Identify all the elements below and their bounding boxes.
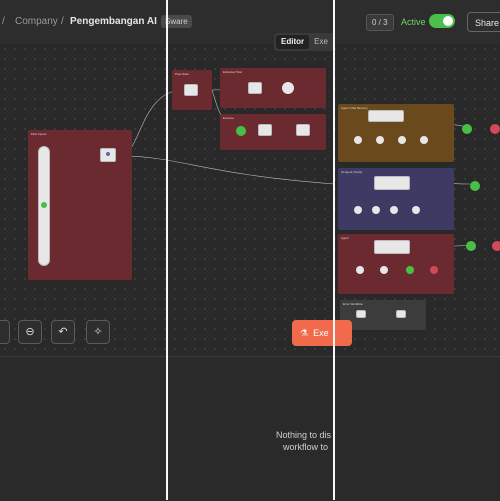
top-bar: / Company / Pengembangan AI Sware 0 / 3 … — [0, 0, 500, 45]
execute-node-c[interactable] — [296, 124, 310, 136]
tab-editor[interactable]: Editor — [276, 35, 310, 49]
group-extracted[interactable]: Extracted Text — [220, 68, 326, 108]
tab-executions[interactable]: Exe — [309, 35, 333, 49]
toggle-knob — [443, 16, 453, 26]
group-label: AI Agent (Tools) — [341, 170, 363, 174]
undo-button[interactable]: ↶ — [51, 320, 75, 344]
group-label: Agent Chat Memory — [341, 106, 368, 110]
agent-a-tool-3[interactable] — [398, 136, 406, 144]
agent-node-a[interactable] — [368, 110, 404, 122]
agent-b-tool-1[interactable] — [354, 206, 362, 214]
group-label: Flow Inputs — [31, 132, 47, 136]
empty-state-line-1: Nothing to dis — [276, 430, 332, 440]
agent-node-c[interactable] — [374, 240, 410, 254]
execute-node-a[interactable] — [236, 126, 246, 136]
breadcrumb-separator-2: / — [61, 16, 64, 27]
agent-a-tool-4[interactable] — [420, 136, 428, 144]
panel-divider-right — [333, 0, 335, 500]
zoom-out-button[interactable]: ⊖ — [18, 320, 42, 344]
output-node-1[interactable] — [462, 124, 472, 134]
output-panel: Nothing to dis workflow to — [0, 356, 500, 501]
group-label: Agent — [341, 236, 349, 240]
http-node[interactable] — [282, 82, 294, 94]
agent-c-tool-1[interactable] — [356, 266, 364, 274]
agent-c-tool-4[interactable] — [430, 266, 438, 274]
zoom-out-icon: ⊖ — [25, 326, 35, 338]
workflow-canvas[interactable]: Flow Inputs Prep Data Extracted Text Exe… — [0, 44, 500, 356]
agent-a-tool-2[interactable] — [376, 136, 384, 144]
group-label: Error Workflow — [343, 302, 363, 306]
group-label: Prep Data — [175, 72, 189, 76]
output-node-3[interactable] — [470, 181, 480, 191]
group-label: Execute — [223, 116, 234, 120]
extract-node[interactable] — [248, 82, 262, 94]
fit-view-button[interactable] — [0, 320, 10, 344]
agent-c-tool-3[interactable] — [406, 266, 414, 274]
output-node-5[interactable] — [492, 241, 500, 251]
agent-b-tool-4[interactable] — [412, 206, 420, 214]
output-node-2[interactable] — [490, 124, 500, 134]
active-status-label: Active — [401, 17, 426, 27]
agent-node-b[interactable] — [374, 176, 410, 190]
view-tabs: Editor Exe — [274, 33, 335, 51]
tidy-up-button[interactable]: ✧ — [86, 320, 110, 344]
output-node-4[interactable] — [466, 241, 476, 251]
panel-divider-left — [166, 0, 168, 500]
execute-label: Exe — [313, 328, 329, 338]
group-label: Extracted Text — [223, 70, 242, 74]
agent-c-tool-2[interactable] — [380, 266, 388, 274]
breadcrumb-separator: / — [2, 16, 5, 27]
breadcrumb-parent[interactable]: Company — [15, 16, 58, 27]
switch-icon — [106, 152, 110, 156]
trigger-icon — [41, 202, 47, 208]
undo-icon: ↶ — [58, 326, 68, 338]
agent-b-tool-2[interactable] — [372, 206, 380, 214]
agent-a-tool-1[interactable] — [354, 136, 362, 144]
group-error-workflow[interactable]: Error Workflow — [340, 300, 426, 330]
active-toggle[interactable] — [429, 14, 455, 28]
error-node-b[interactable] — [396, 310, 406, 318]
flask-icon: ⚗ — [300, 328, 309, 338]
agent-b-tool-3[interactable] — [390, 206, 398, 214]
clean-up-icon: ✧ — [93, 326, 103, 338]
share-button[interactable]: Share — [467, 12, 500, 32]
empty-state-line-2: workflow to — [283, 442, 329, 452]
execute-node-b[interactable] — [258, 124, 272, 136]
set-node[interactable] — [184, 84, 198, 96]
error-node-a[interactable] — [356, 310, 366, 318]
execution-counter: 0 / 3 — [366, 14, 394, 31]
workflow-title[interactable]: Pengembangan AI — [70, 16, 157, 27]
execute-workflow-button[interactable]: ⚗ Exe — [292, 320, 352, 346]
